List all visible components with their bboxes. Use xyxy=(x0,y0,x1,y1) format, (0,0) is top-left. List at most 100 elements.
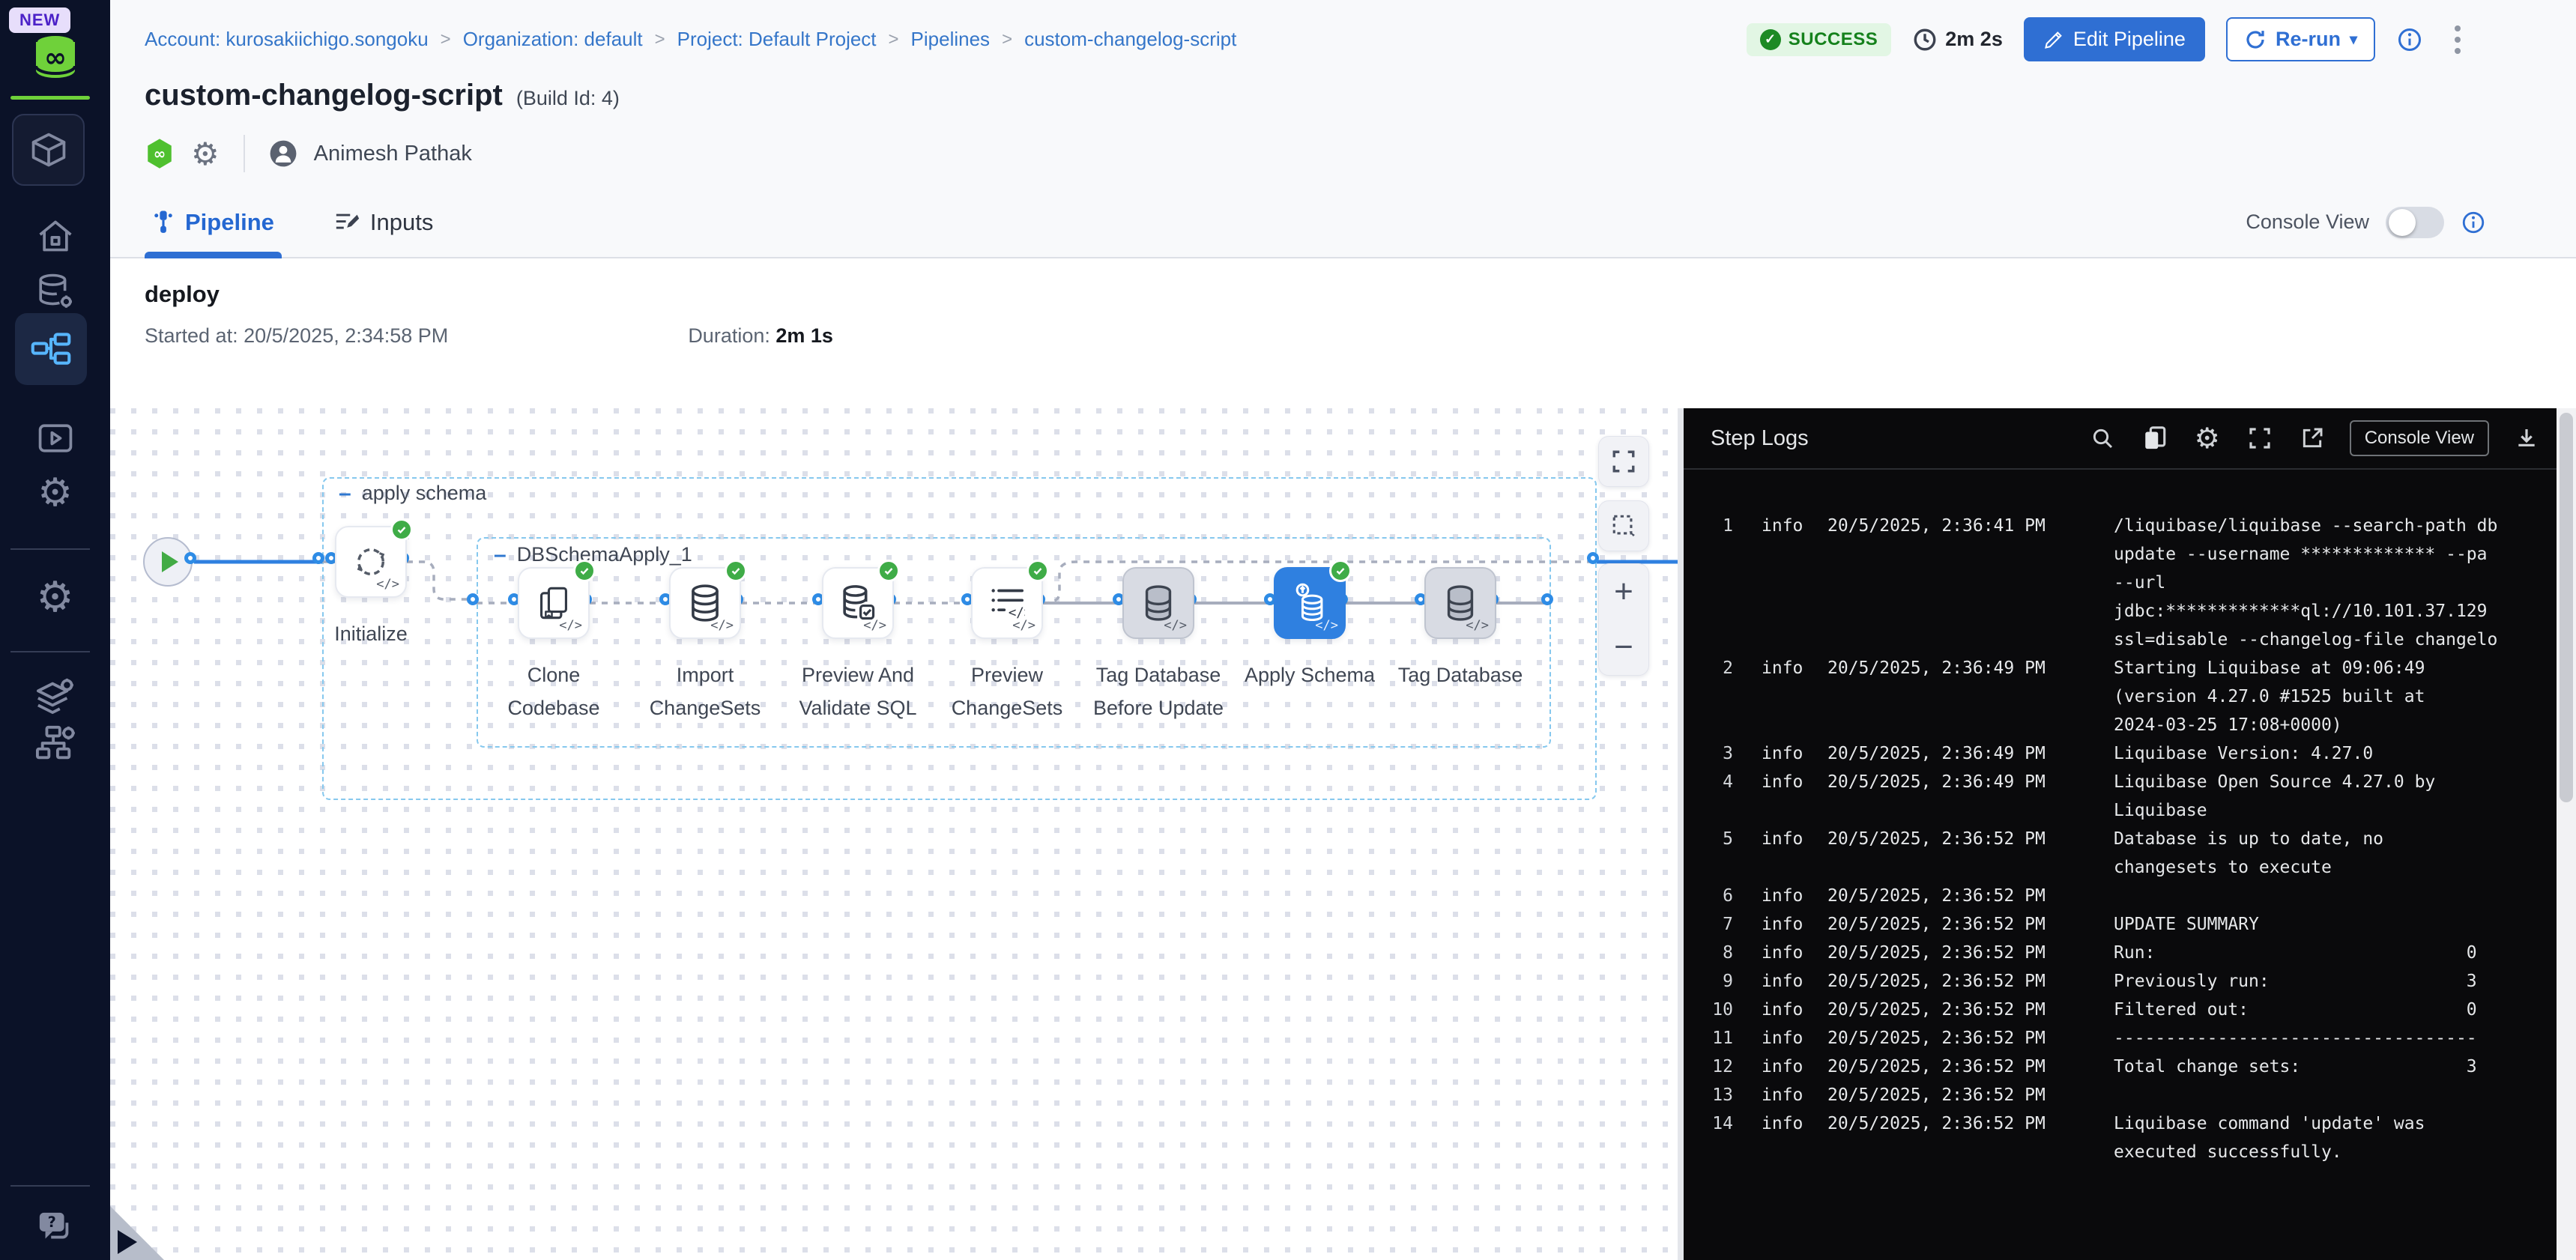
log-open-new-tab-button[interactable] xyxy=(2297,423,2327,453)
node-import-changesets[interactable]: </> Import ChangeSets xyxy=(630,567,780,724)
left-nav-sidebar: NEW ∞ xyxy=(0,0,110,1260)
step-logs-panel: Step Logs ⚙ Cons xyxy=(1684,408,2576,1260)
log-copy-button[interactable] xyxy=(2140,423,2170,453)
gear-icon: ⚙ xyxy=(2195,422,2220,455)
breadcrumb-project[interactable]: Project: Default Project xyxy=(677,28,877,51)
log-line: 4info20/5/2025, 2:36:49 PMLiquibase Open… xyxy=(1684,768,2576,796)
tab-inputs[interactable]: Inputs xyxy=(327,187,441,257)
changeset-list-icon: </> xyxy=(989,587,1025,620)
pipeline-settings-gear-icon[interactable]: ⚙ xyxy=(191,136,220,172)
canvas-zoom-controls: + − xyxy=(1598,563,1649,676)
svg-text:?: ? xyxy=(47,1214,55,1231)
expand-arrow-icon[interactable] xyxy=(118,1230,137,1254)
rerun-button[interactable]: Re-run ▾ xyxy=(2226,17,2375,61)
sidebar-item-pipelines-active[interactable] xyxy=(15,313,87,385)
sidebar-item-executions[interactable] xyxy=(0,408,110,468)
log-lines[interactable]: 1info20/5/2025, 2:36:41 PM/liquibase/liq… xyxy=(1684,470,2576,1260)
logs-scrollbar[interactable] xyxy=(2557,408,2576,1260)
log-line: update --username ************* --pa xyxy=(1684,540,2576,569)
node-label: Clone Codebase xyxy=(479,658,629,724)
infinity-glyph: ∞ xyxy=(36,43,75,73)
build-id: (Build Id: 4) xyxy=(516,87,620,110)
database-check-icon xyxy=(840,584,876,622)
node-clone-codebase[interactable]: </> Clone Codebase xyxy=(479,567,629,724)
connector-port[interactable] xyxy=(1541,593,1553,605)
execution-duration: 2m 2s xyxy=(1912,27,2003,52)
log-line: 2info20/5/2025, 2:36:49 PMStarting Liqui… xyxy=(1684,654,2576,682)
sidebar-item-help[interactable]: ? xyxy=(0,1199,110,1259)
log-line: 7info20/5/2025, 2:36:52 PMUPDATE SUMMARY xyxy=(1684,910,2576,939)
zoom-out-button[interactable]: − xyxy=(1598,620,1649,675)
executions-play-icon xyxy=(36,419,75,458)
node-apply-schema-selected[interactable]: </> Apply Schema xyxy=(1235,567,1385,691)
sidebar-divider xyxy=(10,548,90,550)
chevron-down-icon: ▾ xyxy=(2350,30,2357,49)
harness-database-logo[interactable]: ∞ xyxy=(33,33,78,79)
connector-port[interactable] xyxy=(184,552,196,564)
main-area: Account: kurosakiichigo.songoku > Organiz… xyxy=(110,0,2576,1260)
log-fullscreen-button[interactable] xyxy=(2245,423,2275,453)
app-window: NEW ∞ xyxy=(0,0,2576,1260)
canvas-select-mode-button[interactable] xyxy=(1598,500,1649,551)
layers-gear-icon xyxy=(35,676,76,714)
node-initialize[interactable]: </> Initialize xyxy=(296,526,446,650)
code-mark: </> xyxy=(1164,618,1187,633)
log-settings-button[interactable]: ⚙ xyxy=(2192,423,2222,453)
breadcrumb-separator: > xyxy=(889,29,899,50)
breadcrumb: Account: kurosakiichigo.songoku > Organiz… xyxy=(145,28,1747,51)
divider xyxy=(244,135,245,172)
fullscreen-icon xyxy=(2248,426,2272,450)
sidebar-item-builder[interactable]: ⚙ xyxy=(0,463,110,523)
code-mark: </> xyxy=(559,618,582,633)
info-icon[interactable] xyxy=(2461,210,2486,235)
log-search-button[interactable] xyxy=(2087,423,2117,453)
canvas-scroll-strip[interactable] xyxy=(1678,408,1684,1260)
node-label: Tag Database xyxy=(1398,658,1523,691)
log-line: 3info20/5/2025, 2:36:49 PMLiquibase Vers… xyxy=(1684,739,2576,768)
node-tag-database-before-update[interactable]: </> Tag Database Before Update xyxy=(1083,567,1233,724)
node-preview-changesets[interactable]: </> </> Preview ChangeSets xyxy=(932,567,1082,724)
inputs-tab-icon xyxy=(334,211,360,234)
breadcrumb-current[interactable]: custom-changelog-script xyxy=(1024,28,1236,51)
sidebar-green-divider xyxy=(10,96,90,100)
clock-icon xyxy=(1912,27,1938,52)
log-download-button[interactable] xyxy=(2512,423,2542,453)
canvas-fullscreen-button[interactable] xyxy=(1598,436,1649,487)
started-at: Started at: 20/5/2025, 2:34:58 PM xyxy=(145,324,448,348)
svg-text:∞: ∞ xyxy=(154,145,166,163)
sidebar-item-org-resources[interactable] xyxy=(0,714,110,774)
console-view-toggle[interactable] xyxy=(2386,207,2444,238)
search-icon xyxy=(2090,426,2114,450)
breadcrumb-organization[interactable]: Organization: default xyxy=(463,28,643,51)
sidebar-item-home[interactable] xyxy=(0,206,110,266)
module-selector-button[interactable] xyxy=(12,114,85,186)
tab-pipeline[interactable]: Pipeline xyxy=(145,187,282,257)
connector-port[interactable] xyxy=(1587,552,1599,564)
stage-summary: deploy Started at: 20/5/2025, 2:34:58 PM… xyxy=(110,258,2576,408)
connector-port[interactable] xyxy=(467,593,479,605)
node-preview-validate-sql[interactable]: </> Preview And Validate SQL xyxy=(783,567,933,724)
sidebar-item-settings[interactable]: ⚙ xyxy=(0,567,110,627)
node-label: Apply Schema xyxy=(1245,658,1375,691)
edit-pipeline-button[interactable]: Edit Pipeline xyxy=(2024,17,2205,61)
rerun-label: Re-run xyxy=(2276,28,2341,51)
node-label: Import ChangeSets xyxy=(630,658,780,724)
database-icon xyxy=(1143,585,1174,621)
more-options-menu[interactable] xyxy=(2444,21,2471,58)
home-icon xyxy=(36,216,75,255)
info-icon[interactable] xyxy=(2396,26,2423,53)
success-check-icon xyxy=(725,560,747,582)
breadcrumb-account[interactable]: Account: kurosakiichigo.songoku xyxy=(145,28,429,51)
fullscreen-icon xyxy=(1611,449,1636,474)
node-tag-database[interactable]: </> Tag Database xyxy=(1385,567,1535,691)
download-icon xyxy=(2515,426,2539,450)
refresh-icon xyxy=(2244,28,2267,51)
logs-console-view-button[interactable]: Console View xyxy=(2350,420,2489,456)
node-label: Tag Database Before Update xyxy=(1083,658,1233,724)
breadcrumb-pipelines[interactable]: Pipelines xyxy=(911,28,991,51)
zoom-in-button[interactable]: + xyxy=(1598,564,1649,620)
step-logs-title: Step Logs xyxy=(1711,426,2065,451)
console-view-label: Console View xyxy=(2246,210,2369,234)
scrollbar-thumb[interactable] xyxy=(2560,413,2573,802)
pipeline-canvas[interactable]: – apply schema – DBSchemaApply_1 xyxy=(110,408,1684,1260)
